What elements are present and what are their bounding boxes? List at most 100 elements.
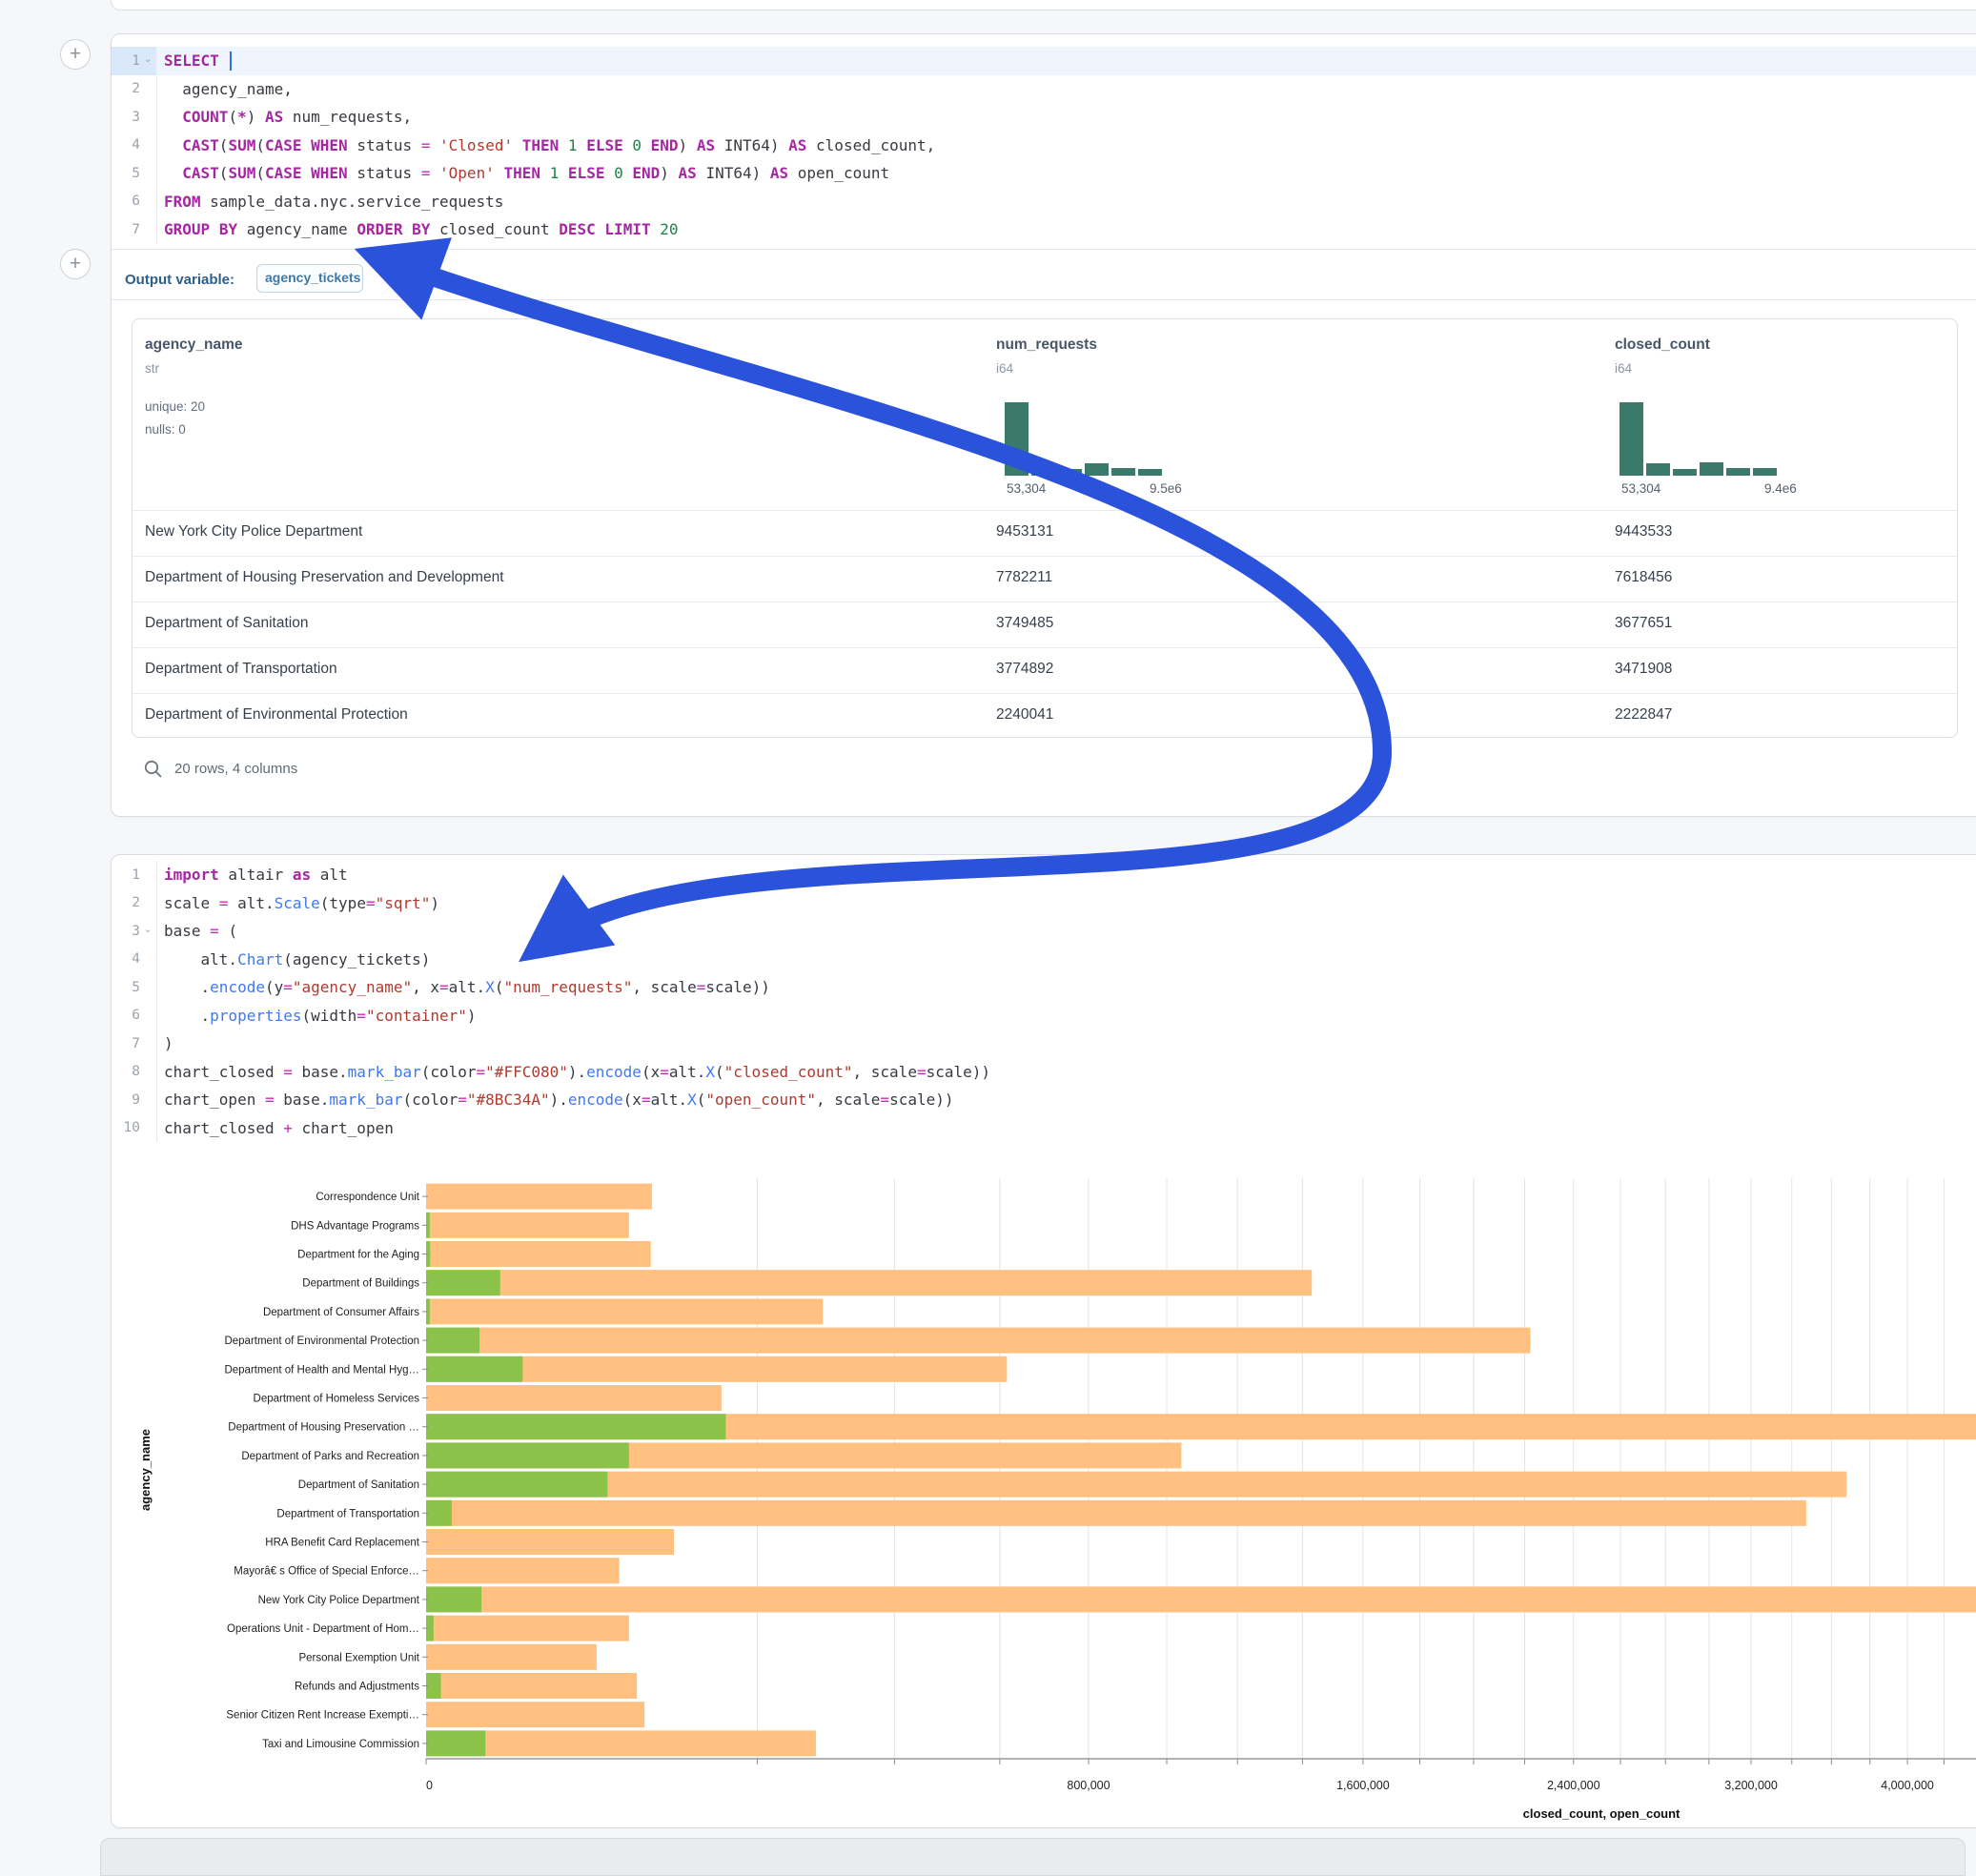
cell-value: 3774892 [996, 661, 1053, 678]
y-axis-label: Department of Buildings [302, 1278, 419, 1290]
code-line[interactable]: 8chart_closed = base.mark_bar(color="#FF… [112, 1058, 1976, 1087]
x-axis-tick-label: 1,600,000 [1336, 1779, 1390, 1792]
bar-open-count [426, 1586, 481, 1612]
sql-cell: 1›SELECT 2 agency_name,3 COUNT(*) AS num… [111, 33, 1976, 817]
code-text[interactable]: FROM sample_data.nyc.service_requests [164, 193, 503, 211]
line-number: 5 [112, 980, 140, 995]
line-number: 2 [112, 895, 140, 910]
table-row[interactable]: Department of Housing Preservation and D… [132, 556, 1957, 602]
code-line[interactable]: 3 COUNT(*) AS num_requests, [112, 103, 1976, 132]
code-text[interactable]: chart_closed = base.mark_bar(color="#FFC… [164, 1063, 990, 1081]
table-row[interactable]: Department of Environmental Protection22… [132, 693, 1957, 739]
column-histogram [1005, 402, 1162, 476]
bar-closed-count [426, 1241, 651, 1267]
y-axis-label: Mayorâ€ s Office of Special Enforce… [234, 1566, 419, 1578]
code-line[interactable]: 7 GROUP BY agency_name ORDER BY closed_co… [112, 215, 1976, 244]
code-text[interactable]: ) [164, 1034, 173, 1052]
fold-chevron-icon[interactable]: › [140, 54, 156, 67]
line-number: 10 [112, 1120, 140, 1135]
code-text[interactable]: scale = alt.Scale(type="sqrt") [164, 894, 439, 912]
y-axis-label: Department of Environmental Protection [224, 1336, 419, 1347]
y-axis-label: Taxi and Limousine Commission [262, 1739, 419, 1750]
line-number: 1 [112, 867, 140, 883]
previous-cell-edge [111, 0, 1976, 10]
code-text[interactable]: import altair as alt [164, 866, 348, 884]
code-text[interactable]: CAST(SUM(CASE WHEN status = 'Closed' THE… [164, 136, 935, 154]
code-line[interactable]: 1 import altair as alt [112, 861, 1976, 889]
line-number: 6 [112, 194, 140, 209]
code-text[interactable]: .encode(y="agency_name", x=alt.X("num_re… [164, 978, 770, 996]
y-axis-title: agency_name [138, 1429, 153, 1511]
bar-closed-count [426, 1213, 629, 1238]
line-number: 4 [112, 951, 140, 967]
line-number: 2 [112, 81, 140, 96]
bar-closed-count [426, 1586, 1976, 1612]
cell-value: 9443533 [1615, 523, 1672, 540]
code-line[interactable]: 5 CAST(SUM(CASE WHEN status = 'Open' THE… [112, 159, 1976, 188]
output-variable-pill[interactable]: agency_tickets [256, 264, 363, 293]
y-axis-label: HRA Benefit Card Replacement [265, 1538, 420, 1549]
y-axis-label: New York City Police Department [258, 1595, 420, 1606]
code-text[interactable]: GROUP BY agency_name ORDER BY closed_cou… [164, 220, 679, 238]
code-line[interactable]: 3› base = ( [112, 917, 1976, 946]
table-row[interactable]: Department of Sanitation37494853677651 [132, 602, 1957, 647]
cell-agency-name: Department of Transportation [145, 661, 337, 678]
code-text[interactable]: COUNT(*) AS num_requests, [164, 108, 412, 126]
altair-bar-chart: Correspondence UnitDHS Advantage Program… [105, 1171, 1976, 1828]
bar-open-count [426, 1328, 479, 1354]
code-line[interactable]: 9chart_open = base.mark_bar(color="#8BC3… [112, 1086, 1976, 1114]
histogram-min-label: 53,304 [1007, 481, 1046, 496]
cell-value: 7782211 [996, 569, 1052, 586]
x-axis-tick-label: 2,400,000 [1547, 1779, 1600, 1792]
bar-open-count [426, 1270, 500, 1295]
sql-code-editor[interactable]: 1›SELECT 2 agency_name,3 COUNT(*) AS num… [112, 47, 1976, 244]
code-text[interactable]: agency_name, [164, 80, 293, 98]
code-text[interactable]: .properties(width="container") [164, 1007, 477, 1025]
y-axis-label: Department of Health and Mental Hyg… [224, 1364, 419, 1376]
code-text[interactable]: base = ( [164, 922, 237, 940]
bar-closed-count [426, 1702, 644, 1727]
cell-agency-name: Department of Sanitation [145, 615, 308, 632]
code-line[interactable]: 2 agency_name, [112, 75, 1976, 104]
python-code-editor[interactable]: 1 import altair as alt 2 scale = alt.Scale(… [112, 861, 1976, 1142]
column-header[interactable]: agency_name [145, 336, 243, 354]
bar-open-count [426, 1356, 522, 1382]
y-axis-label: Senior Citizen Rent Increase Exempti… [226, 1710, 419, 1722]
y-axis-label: Department for the Aging [297, 1250, 419, 1261]
code-text[interactable]: alt.Chart(agency_tickets) [164, 950, 430, 969]
bar-closed-count [426, 1298, 823, 1324]
code-line[interactable]: 5 .encode(y="agency_name", x=alt.X("num_… [112, 973, 1976, 1002]
code-line[interactable]: 2 scale = alt.Scale(type="sqrt") [112, 889, 1976, 918]
x-axis-tick-label: 0 [426, 1779, 433, 1792]
code-line[interactable]: 6 FROM sample_data.nyc.service_requests [112, 188, 1976, 216]
code-text[interactable]: SELECT [164, 51, 232, 71]
column-header[interactable]: num_requests [996, 336, 1097, 354]
code-line[interactable]: 7) [112, 1030, 1976, 1058]
code-text[interactable]: chart_closed + chart_open [164, 1119, 394, 1137]
x-axis-title: closed_count, open_count [1523, 1806, 1681, 1821]
bar-closed-count [426, 1500, 1806, 1526]
fold-chevron-icon[interactable]: › [140, 925, 156, 937]
bar-closed-count [426, 1558, 620, 1583]
search-icon[interactable] [143, 759, 163, 779]
column-histogram [1620, 402, 1777, 476]
line-number: 3 [112, 924, 140, 939]
code-line[interactable]: 1›SELECT [112, 47, 1976, 75]
y-axis-label: DHS Advantage Programs [291, 1220, 419, 1232]
code-line[interactable]: 4 CAST(SUM(CASE WHEN status = 'Closed' T… [112, 132, 1976, 160]
table-row[interactable]: New York City Police Department945313194… [132, 510, 1957, 556]
code-line[interactable]: 6 .properties(width="container") [112, 1002, 1976, 1030]
line-number: 7 [112, 222, 140, 237]
y-axis-label: Department of Transportation [276, 1508, 419, 1519]
code-line[interactable]: 10 chart_closed + chart_open [112, 1114, 1976, 1143]
column-header[interactable]: closed_count [1615, 336, 1710, 354]
x-axis-tick-label: 800,000 [1067, 1779, 1110, 1792]
code-text[interactable]: CAST(SUM(CASE WHEN status = 'Open' THEN … [164, 164, 889, 182]
add-cell-button[interactable]: + [60, 249, 91, 279]
cell-agency-name: Department of Housing Preservation and D… [145, 569, 504, 586]
add-cell-button[interactable]: + [60, 39, 91, 70]
table-row[interactable]: Department of Transportation377489234719… [132, 647, 1957, 693]
code-text[interactable]: chart_open = base.mark_bar(color="#8BC34… [164, 1091, 954, 1109]
code-line[interactable]: 4 alt.Chart(agency_tickets) [112, 946, 1976, 974]
line-number: 4 [112, 137, 140, 153]
